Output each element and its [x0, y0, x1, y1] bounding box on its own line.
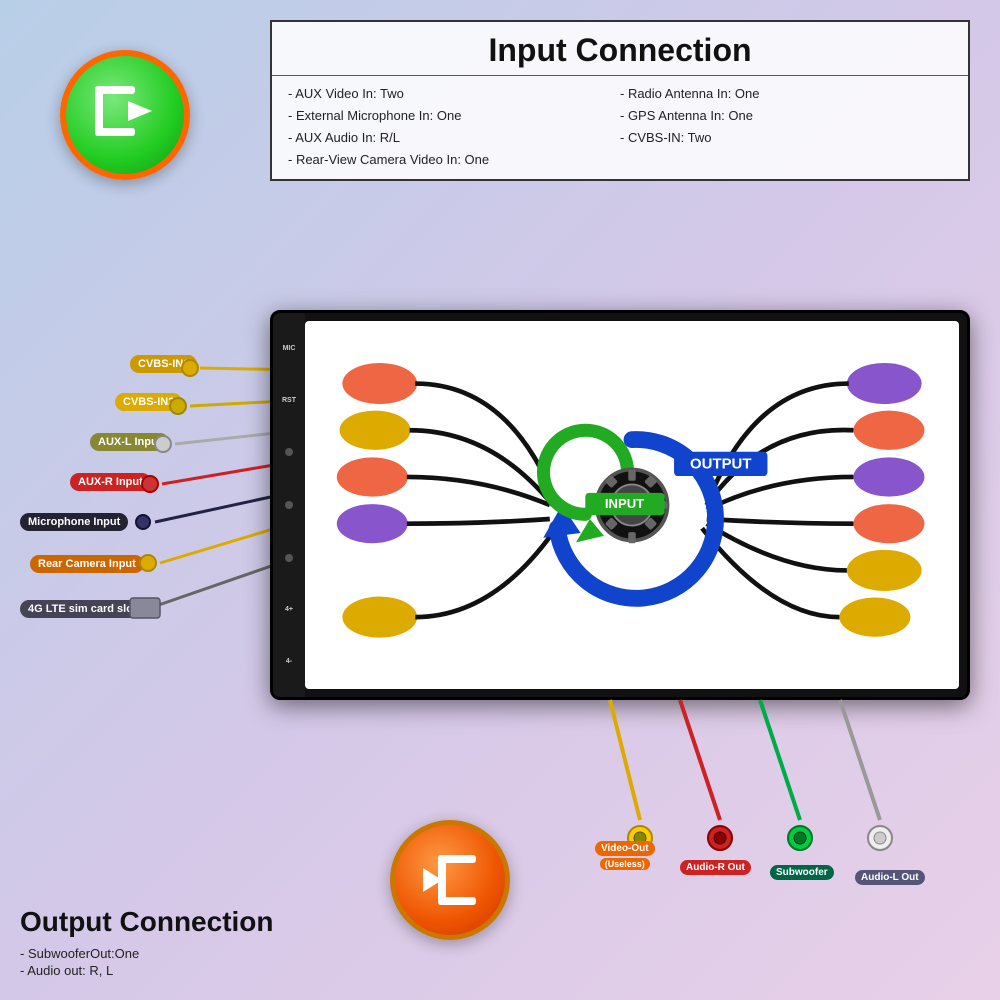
input-icon-circle	[60, 50, 190, 180]
cvbs2-text: CVBS-IN2	[115, 393, 182, 411]
btn-vol-up: 4+	[285, 606, 293, 613]
btn-mic: MIC	[283, 345, 296, 352]
audio-r-out-label: Audio-R Out	[680, 860, 751, 875]
subwoofer-label-container: Subwoofer	[770, 862, 834, 880]
output-item-2: - Audio out: R, L	[20, 963, 300, 978]
btn-vol-down: 4-	[286, 658, 292, 665]
aux-r-text: AUX-R Input	[70, 473, 151, 491]
output-connection-title: Output Connection	[20, 906, 300, 938]
subwoofer-label: Subwoofer	[770, 865, 834, 880]
aux-l-text: AUX-L Input	[90, 433, 169, 451]
stereo-left-buttons: MIC RST 4+ 4-	[273, 313, 305, 697]
input-connection-title: Input Connection	[272, 22, 968, 75]
stereo-unit: MIC RST 4+ 4-	[270, 310, 970, 700]
btn-rst: RST	[282, 397, 296, 404]
input-connection-grid: - AUX Video In: Two - Radio Antenna In: …	[272, 75, 968, 179]
screen-diagram-svg: OUTPUT INPUT	[305, 321, 959, 689]
audio-r-label-container: Audio-R Out	[680, 857, 751, 875]
input-item-empty	[620, 150, 952, 169]
btn-home[interactable]	[285, 501, 293, 509]
input-item-3: - AUX Audio In: R/L	[288, 128, 620, 147]
input-item-gps: - GPS Antenna In: One	[620, 106, 952, 125]
video-out-label: Video-Out	[595, 841, 655, 856]
audio-l-label-container: Audio-L Out	[855, 867, 925, 885]
svg-text:INPUT: INPUT	[605, 496, 644, 511]
output-item-1: - SubwooferOut:One	[20, 946, 300, 961]
input-item-radio: - Radio Antenna In: One	[620, 84, 952, 103]
input-item-2: - External Microphone In: One	[288, 106, 620, 125]
output-icon-circle	[390, 820, 510, 940]
btn-power[interactable]	[285, 448, 293, 456]
video-out-useless: (Useless)	[600, 858, 650, 870]
btn-back[interactable]	[285, 554, 293, 562]
input-item-4: - Rear-View Camera Video In: One	[288, 150, 620, 169]
audio-l-out-label: Audio-L Out	[855, 870, 925, 885]
mic-text: Microphone Input	[20, 513, 128, 531]
sim-text: 4G LTE sim card slot	[20, 600, 145, 618]
stereo-screen: OUTPUT INPUT	[305, 321, 959, 689]
input-icon-symbol	[90, 81, 160, 150]
cvbs1-text: CVBS-IN1	[130, 355, 197, 373]
rear-cam-text: Rear Camera Input	[30, 555, 144, 573]
video-out-label-container: Video-Out (Useless)	[595, 841, 655, 870]
input-item-cvbs: - CVBS-IN: Two	[620, 128, 952, 147]
output-connection-box: Output Connection - SubwooferOut:One - A…	[20, 906, 300, 980]
output-icon-symbol	[418, 850, 483, 910]
svg-text:OUTPUT: OUTPUT	[690, 456, 751, 473]
input-item-1: - AUX Video In: Two	[288, 84, 620, 103]
input-connection-box: Input Connection - AUX Video In: Two - R…	[270, 20, 970, 181]
